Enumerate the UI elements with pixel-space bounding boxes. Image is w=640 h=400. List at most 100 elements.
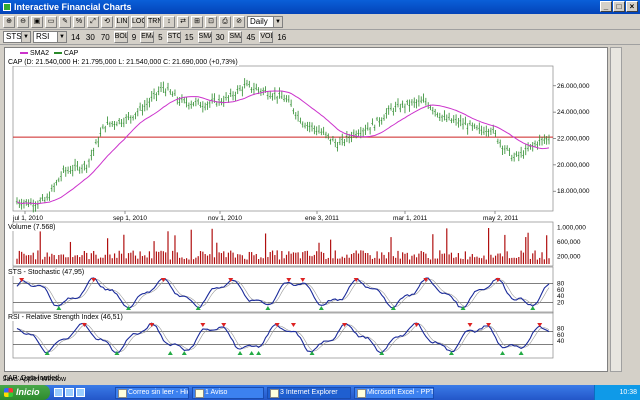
indicator-toolbar: STS ▼ RSI ▼ 14 30 70 BOL 9 EMA 5 STO 15 … [0, 30, 640, 45]
sto-button[interactable]: STO [166, 31, 181, 43]
clear-button[interactable]: ⊘ [233, 16, 245, 28]
vertical-button[interactable]: ↕ [163, 16, 175, 28]
period-select[interactable]: Daily ▼ [247, 16, 283, 28]
windows-flag-icon [4, 388, 13, 397]
window-title: Interactive Financial Charts [14, 2, 132, 12]
app-icon [3, 3, 11, 11]
sts-buy-marker [318, 306, 324, 310]
symbol-value: STS [6, 32, 22, 41]
trend-button[interactable]: TRN [147, 16, 161, 28]
zoom-in-button[interactable]: ⊕ [3, 16, 15, 28]
sts-buy-marker [56, 306, 62, 310]
select-tool-button[interactable]: ▣ [31, 16, 43, 28]
ema-param[interactable]: 5 [156, 33, 164, 42]
vertical-scrollbar[interactable] [610, 47, 622, 372]
task-ie[interactable]: 3 Internet Explorer [267, 386, 351, 399]
sma-legend-label: SMA2 [29, 50, 50, 57]
desktop-icon[interactable] [65, 388, 74, 397]
log-scale-button[interactable]: LOG [131, 16, 145, 28]
close-button[interactable]: × [626, 1, 638, 12]
vol-button[interactable]: VOL [259, 31, 274, 43]
volume-y-tick-label: 600,000 [557, 239, 581, 246]
price-header: CAP (D: 21.540,000 H: 21.795,000 L: 21.5… [7, 59, 239, 66]
price-y-tick-label: 26.000,000 [557, 83, 590, 90]
rsi-buy-marker [181, 351, 187, 355]
sma1-button[interactable]: SMA [197, 31, 212, 43]
minimize-button[interactable]: _ [600, 1, 612, 12]
rsi-header: RSI - Relative Strength Index (46,51) [7, 314, 124, 321]
sts-line [16, 277, 550, 309]
price-x-tick-label: nov 1, 2010 [208, 215, 242, 222]
task-notice[interactable]: 1 Aviso [192, 386, 264, 399]
reset-button[interactable]: ⟲ [101, 16, 113, 28]
chart-svg[interactable]: 26.000,000 24.000,000 22.000,000 20.000,000… [5, 48, 607, 371]
rsi-low[interactable]: 30 [84, 33, 97, 42]
title-bar: Interactive Financial Charts _ □ × [0, 0, 640, 14]
task-excel[interactable]: Microsoft Excel - PPT... [354, 386, 434, 399]
volume-y-tick-label: 200,000 [557, 254, 581, 261]
draw-tool-button[interactable]: ✎ [59, 16, 71, 28]
sma2-button[interactable]: SMA [228, 31, 243, 43]
rsi-sell-marker [221, 323, 227, 327]
sts-buy-marker [530, 306, 536, 310]
sma2-param[interactable]: 45 [244, 33, 257, 42]
start-button[interactable]: Inicio [0, 385, 50, 400]
period-value: Daily [250, 17, 268, 26]
rsi-period[interactable]: 14 [69, 33, 82, 42]
media-icon[interactable] [76, 388, 85, 397]
symbol-select[interactable]: STS ▼ [3, 31, 31, 43]
chart-area[interactable]: 26.000,000 24.000,000 22.000,000 20.000,000… [4, 47, 608, 372]
rect-tool-button[interactable]: ▭ [45, 16, 57, 28]
bol-button[interactable]: BOL [113, 31, 128, 43]
print-button[interactable]: ⎙ [219, 16, 231, 28]
taskbar: Inicio Correo sin leer - Hio ... 1 Aviso… [0, 385, 640, 400]
price-pane-frame [12, 65, 554, 212]
price-y-tick-label: 22.000,000 [557, 136, 590, 143]
status-bar: CAP: Data loaded [0, 374, 640, 384]
maximize-button[interactable]: □ [613, 1, 625, 12]
horizontal-button[interactable]: ⇄ [177, 16, 189, 28]
browser-icon[interactable] [54, 388, 63, 397]
main-toolbar: ⊕ ⊖ ▣ ▭ ✎ % ⤢ ⟲ LIN LOG TRN ↕ ⇄ ⊞ ⊡ ⎙ ⊘ … [0, 15, 640, 30]
price-x-tick-label: may 2, 2011 [483, 215, 519, 222]
rsi-signal-line [16, 323, 550, 353]
system-tray: 10:38 [594, 385, 640, 400]
cap-legend-label: CAP [63, 50, 79, 57]
rsi-buy-marker [249, 351, 255, 355]
window-controls: _ □ × [600, 1, 638, 12]
volume-header: Volume (7.568) [7, 224, 57, 231]
price-x-tick-label: jul 1, 2010 [12, 215, 43, 222]
rsi-high[interactable]: 70 [99, 33, 112, 42]
rsi-sell-marker [200, 323, 206, 327]
clock: 10:38 [619, 389, 637, 396]
layout-button[interactable]: ⊡ [205, 16, 217, 28]
sts-header: STS - Stochastic (47,95) [7, 269, 86, 276]
rsi-buy-marker [256, 351, 262, 355]
sts-sell-marker [286, 278, 292, 282]
price-y-tick-label: 24.000,000 [557, 109, 590, 116]
chevron-down-icon: ▼ [57, 32, 66, 42]
grid-button[interactable]: ⊞ [191, 16, 203, 28]
price-x-tick-label: sep 1, 2010 [113, 215, 147, 222]
vol-param[interactable]: 16 [275, 33, 288, 42]
cap-swatch [53, 52, 62, 55]
task-mail[interactable]: Correo sin leer - Hio ... [115, 386, 189, 399]
percent-button[interactable]: % [73, 16, 85, 28]
app-window: Interactive Financial Charts _ □ × ⊕ ⊖ ▣… [0, 0, 640, 400]
sts-y-tick-label: 20 [557, 300, 565, 307]
bol-param[interactable]: 9 [130, 33, 138, 42]
price-x-tick-label: ene 3, 2011 [305, 215, 339, 222]
rsi-sell-marker [467, 323, 473, 327]
fit-button[interactable]: ⤢ [87, 16, 99, 28]
linear-scale-button[interactable]: LIN [115, 16, 129, 28]
start-label: Inicio [16, 387, 40, 397]
sma-line [16, 90, 550, 205]
rsi-line [16, 322, 550, 354]
sma1-param[interactable]: 30 [214, 33, 227, 42]
indicator-select[interactable]: RSI ▼ [33, 31, 67, 43]
applet-window-label: Java Applet Window [3, 376, 67, 383]
ema-button[interactable]: EMA [140, 31, 155, 43]
sto-param[interactable]: 15 [183, 33, 196, 42]
zoom-out-button[interactable]: ⊖ [17, 16, 29, 28]
rsi-y-tick-label: 40 [557, 338, 565, 345]
